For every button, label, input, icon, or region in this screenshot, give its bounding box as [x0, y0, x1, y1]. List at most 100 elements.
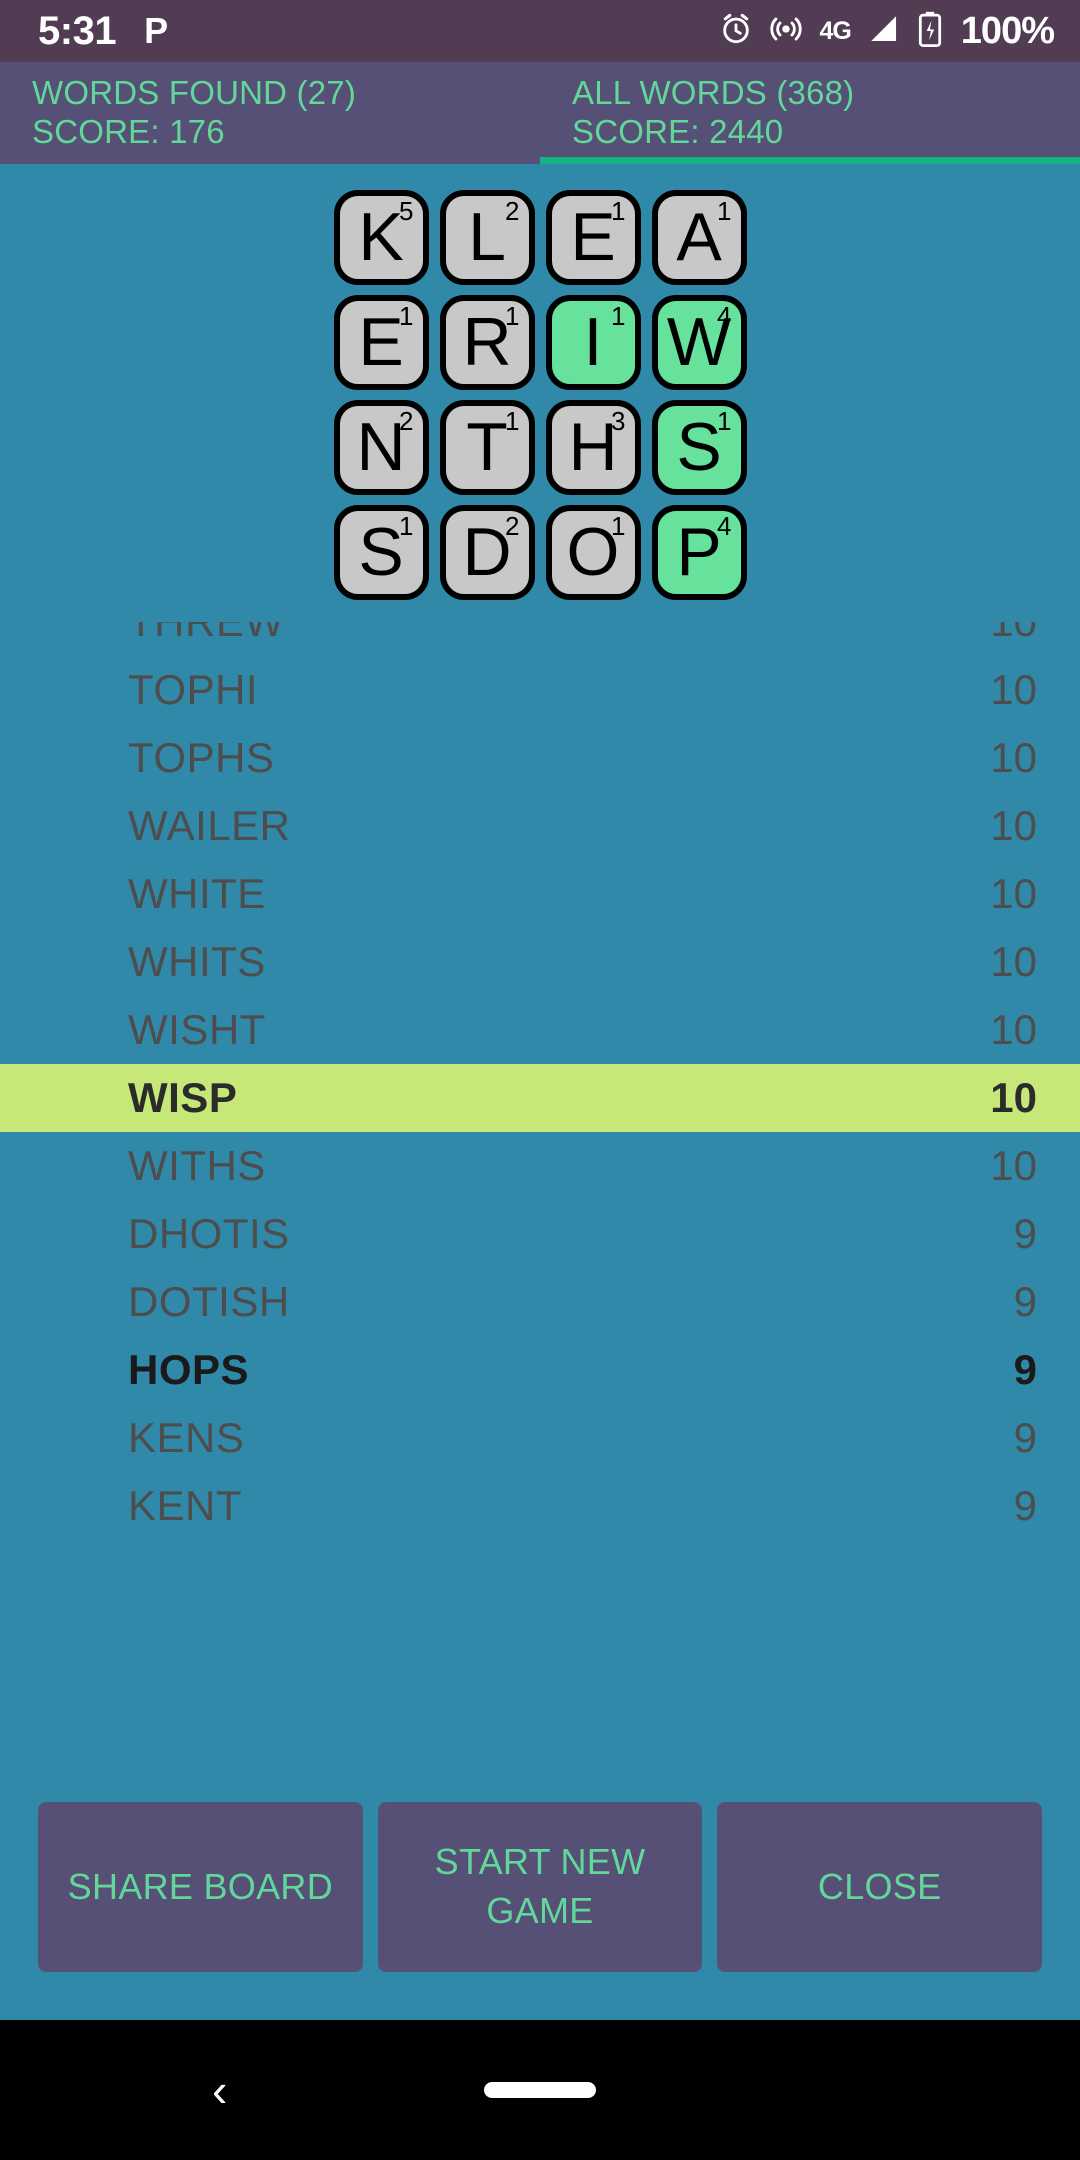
close-button[interactable]: CLOSE	[717, 1802, 1043, 1972]
tab-all-words-title: ALL WORDS (368)	[572, 74, 855, 112]
word-score: 10	[990, 622, 1037, 646]
letter-tile-value: 1	[505, 301, 520, 331]
word-label: WISP	[128, 1074, 238, 1121]
letter-tile-value: 1	[399, 511, 414, 541]
letter-tile-letter: A	[676, 198, 722, 275]
tab-bar: WORDS FOUND (27) SCORE: 176 ALL WORDS (3…	[0, 62, 1080, 164]
letter-tile-value: 1	[717, 406, 732, 436]
letter-tile-letter: E	[570, 198, 616, 275]
word-label: WISHT	[128, 1006, 266, 1053]
back-icon[interactable]: ‹	[212, 2067, 227, 2113]
letter-tile-letter: S	[358, 513, 404, 590]
letter-tile[interactable]: L2	[439, 190, 535, 285]
word-score: 9	[1013, 1482, 1037, 1529]
letter-tile[interactable]: E1	[545, 190, 641, 285]
alarm-icon	[719, 12, 753, 51]
word-list-row[interactable]: WISP 10	[0, 1064, 1080, 1132]
word-list-row[interactable]: KENS 9	[0, 1404, 1080, 1472]
word-list-row[interactable]: WAILER 10	[0, 792, 1080, 860]
word-score: 10	[990, 1006, 1037, 1053]
battery-percentage-label: 100%	[960, 9, 1055, 52]
word-list-row[interactable]: DOTISH 9	[0, 1268, 1080, 1336]
share-board-button[interactable]: SHARE BOARD	[38, 1802, 363, 1972]
word-label: HOPS	[128, 1346, 250, 1393]
letter-tile-value: 2	[505, 511, 520, 541]
status-bar-clock: 5:31	[38, 9, 117, 53]
network-type-label: 4G	[819, 16, 851, 45]
letter-tile-letter: K	[358, 198, 404, 275]
status-bar-icons: 4G 100%	[719, 9, 1055, 53]
tab-all-words-score: SCORE: 2440	[572, 113, 784, 150]
letter-tile-value: 1	[717, 196, 732, 226]
letter-tile-value: 5	[399, 196, 414, 226]
letter-tile-value: 1	[505, 406, 520, 436]
letter-tile[interactable]: O1	[545, 505, 641, 600]
letter-tile[interactable]: S1	[651, 400, 747, 495]
letter-tile-letter: P	[676, 513, 722, 590]
letter-tile-letter: I	[583, 303, 603, 380]
word-list-row[interactable]: WHITE 10	[0, 860, 1080, 928]
start-new-game-button[interactable]: START NEW GAME	[377, 1802, 703, 1972]
letter-tile-value: 1	[611, 196, 626, 226]
tab-words-found-title: WORDS FOUND (27)	[32, 74, 357, 112]
word-label: WHITE	[128, 870, 266, 917]
word-list-row[interactable]: KENT 9	[0, 1472, 1080, 1540]
word-list[interactable]: THREW10TOPHI10TOPHS10WAILER10WHITE10WHIT…	[0, 622, 1080, 1782]
letter-tile-value: 1	[399, 301, 414, 331]
word-list-row[interactable]: THREW 10	[0, 622, 1080, 656]
letter-tile[interactable]: A1	[651, 190, 747, 285]
tab-all-words[interactable]: ALL WORDS (368) SCORE: 2440	[540, 62, 1080, 164]
letter-tile-value: 2	[505, 196, 520, 226]
system-nav-bar: ‹	[0, 2020, 1080, 2160]
letter-tile[interactable]: K5	[333, 190, 429, 285]
word-list-row[interactable]: WISHT 10	[0, 996, 1080, 1064]
word-score: 9	[1013, 1210, 1037, 1257]
letter-tile-value: 1	[611, 511, 626, 541]
word-list-row[interactable]: DHOTIS 9	[0, 1200, 1080, 1268]
letter-tile[interactable]: W4	[651, 295, 747, 390]
close-button-label: CLOSE	[817, 1865, 942, 1907]
word-label: WITHS	[128, 1142, 266, 1189]
letter-tile[interactable]: N2	[333, 400, 429, 495]
share-board-button-label: SHARE BOARD	[67, 1865, 334, 1907]
word-score: 9	[1013, 1278, 1037, 1325]
letter-tile-letter: E	[358, 303, 404, 380]
word-score: 10	[990, 870, 1037, 917]
letter-tile[interactable]: E1	[333, 295, 429, 390]
letter-tile[interactable]: I1	[545, 295, 641, 390]
letter-tile[interactable]: P4	[651, 505, 747, 600]
word-score: 10	[990, 734, 1037, 781]
letter-tile[interactable]: D2	[439, 505, 535, 600]
word-list-row[interactable]: TOPHI 10	[0, 656, 1080, 724]
word-score: 9	[1013, 1414, 1037, 1461]
letter-tile-value: 4	[717, 511, 732, 541]
word-label: THREW	[128, 622, 284, 646]
tab-words-found[interactable]: WORDS FOUND (27) SCORE: 176	[0, 62, 540, 164]
word-list-row[interactable]: TOPHS 10	[0, 724, 1080, 792]
letter-tile[interactable]: H3	[545, 400, 641, 495]
word-list-row[interactable]: WITHS 10	[0, 1132, 1080, 1200]
start-new-game-button-label: START NEW GAME	[434, 1841, 646, 1931]
word-label: WHITS	[128, 938, 266, 985]
action-button-row: SHARE BOARD START NEW GAME CLOSE	[0, 1802, 1080, 1972]
letter-tile-value: 2	[399, 406, 414, 436]
tab-words-found-score: SCORE: 176	[32, 113, 225, 150]
word-label: DHOTIS	[128, 1210, 290, 1257]
word-score: 10	[990, 666, 1037, 713]
word-label: WAILER	[128, 802, 291, 849]
word-label: DOTISH	[128, 1278, 290, 1325]
letter-tile-value: 3	[611, 406, 626, 436]
letter-tile[interactable]: R1	[439, 295, 535, 390]
tab-selected-indicator	[540, 157, 1080, 164]
word-list-row[interactable]: HOPS 9	[0, 1336, 1080, 1404]
hotspot-icon	[769, 12, 803, 51]
letter-tile-letter: T	[466, 408, 508, 485]
letter-tile[interactable]: T1	[439, 400, 535, 495]
word-score: 10	[990, 938, 1037, 985]
home-pill-icon[interactable]	[484, 2082, 596, 2098]
word-list-row[interactable]: WHITS 10	[0, 928, 1080, 996]
letter-board: K5L2E1A1E1R1I1W4N2T1H3S1S1D2O1P4	[0, 190, 1080, 600]
signal-icon	[867, 12, 901, 51]
letter-tile[interactable]: S1	[333, 505, 429, 600]
app-notification-icon: P	[144, 10, 169, 51]
